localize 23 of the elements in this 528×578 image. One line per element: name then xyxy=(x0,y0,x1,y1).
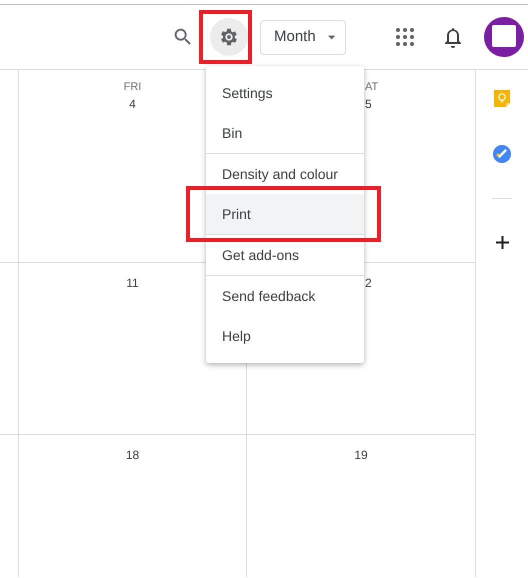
menu-item[interactable]: Bin xyxy=(206,113,364,153)
menu-item[interactable]: Density and colour xyxy=(206,154,364,194)
date-number: 19 xyxy=(354,447,368,463)
settings-icon xyxy=(218,26,240,48)
date-number: 11 xyxy=(126,275,139,291)
view-dropdown[interactable]: Month xyxy=(260,20,346,54)
caret-icon xyxy=(328,34,335,40)
date-number: 5 xyxy=(365,96,372,112)
menu-item[interactable]: Print xyxy=(206,194,364,234)
bell-icon xyxy=(444,26,462,48)
menu-item[interactable]: Settings xyxy=(206,73,364,113)
menu-item[interactable]: Send feedback xyxy=(206,276,364,316)
weekday-label: FRI xyxy=(124,80,142,94)
menu-item[interactable]: Help xyxy=(206,316,364,356)
date-number: 2 xyxy=(365,275,372,291)
menu-item[interactable]: Get add-ons xyxy=(206,235,364,275)
settings-button[interactable] xyxy=(210,18,248,56)
apps-icon xyxy=(396,28,414,46)
avatar[interactable] xyxy=(484,17,524,57)
weekday-label: AT xyxy=(365,80,378,94)
date-number: 18 xyxy=(126,447,140,463)
date-number: 4 xyxy=(129,96,136,112)
add-icon[interactable] xyxy=(496,236,508,249)
